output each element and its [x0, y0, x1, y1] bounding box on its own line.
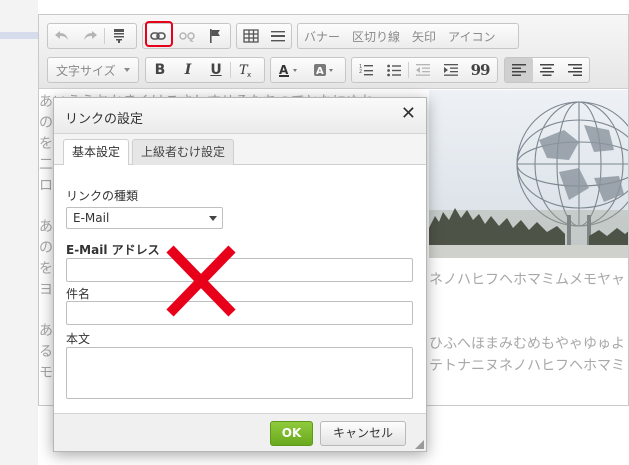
left-selection-band: [0, 32, 38, 39]
font-size-label: 文字サイズ: [56, 63, 116, 78]
ok-button[interactable]: OK: [270, 421, 313, 446]
svg-text:2: 2: [359, 69, 362, 75]
content-line: ネノハヒフヘホマミムメモヤャ: [429, 272, 625, 288]
content-line: の: [39, 240, 53, 256]
chevron-down-icon: [209, 216, 217, 221]
body-textarea[interactable]: [66, 347, 413, 399]
link-type-value: E-Mail: [73, 211, 110, 225]
align-left-icon[interactable]: [505, 58, 533, 82]
screenshot-root: バナー 区切り線 矢印 アイコン 文字サイズ B I U Tx A A 1 2 …: [0, 0, 629, 465]
italic-button[interactable]: I: [174, 58, 202, 82]
content-line: ヨ: [39, 282, 53, 298]
divider-button[interactable]: 区切り線: [346, 24, 406, 48]
content-line: モ: [39, 365, 53, 381]
body-label: 本文: [66, 332, 91, 346]
content-line: を: [39, 261, 53, 277]
blockquote-icon[interactable]: 99: [465, 58, 495, 82]
align-center-icon[interactable]: [533, 58, 561, 82]
dialog-body: リンクの種類 E-Mail E-Mail アドレス 件名 本文: [54, 165, 426, 413]
content-line: テトナニヌネノハヒフヘホマミ: [429, 358, 625, 374]
email-address-label: E-Mail アドレス: [66, 243, 160, 257]
content-line: あ: [39, 219, 53, 235]
insert-text-group: バナー 区切り線 矢印 アイコン: [297, 23, 519, 49]
left-margin: [0, 0, 38, 465]
table-icon[interactable]: [237, 24, 264, 48]
content-line: を: [39, 136, 53, 152]
bulleted-list-icon[interactable]: [380, 58, 408, 82]
dialog-tabs: 基本設定 上級者むけ設定: [54, 134, 426, 166]
link-button-highlight: [145, 21, 173, 47]
link-type-select[interactable]: E-Mail: [66, 207, 223, 229]
svg-text:A: A: [279, 63, 289, 77]
horizontal-rule-icon[interactable]: [264, 24, 291, 48]
dialog-title: リンクの設定: [65, 112, 144, 127]
content-line: ロ: [39, 178, 53, 194]
arrow-button[interactable]: 矢印: [406, 24, 442, 48]
link-settings-dialog: リンクの設定 ✕ 基本設定 上級者むけ設定 リンクの種類 E-Mail E-Ma…: [53, 97, 427, 452]
content-line: ひふへほまみむめもやゃゆゅよ: [429, 336, 625, 352]
list-group: 12 99: [351, 57, 498, 83]
content-line: る: [39, 344, 53, 360]
link-type-label: リンクの種類: [66, 189, 139, 203]
content-line: の: [39, 115, 53, 131]
outdent-icon[interactable]: [409, 58, 437, 82]
text-color-icon[interactable]: A: [271, 58, 307, 82]
svg-text:A: A: [316, 66, 324, 77]
dialog-footer: OK キャンセル: [54, 413, 426, 451]
subject-label: 件名: [66, 287, 91, 301]
tab-basic-settings[interactable]: 基本設定: [63, 139, 130, 166]
numbered-list-icon[interactable]: 12: [352, 58, 380, 82]
unlink-icon[interactable]: [173, 24, 201, 48]
redo-icon[interactable]: [76, 24, 104, 48]
cross-mark-icon: [166, 245, 236, 317]
anchor-flag-icon[interactable]: [201, 24, 229, 48]
clear-format-icon[interactable]: Tx: [231, 58, 261, 82]
align-group: [504, 57, 590, 83]
unisphere-photo: [429, 90, 628, 258]
icon-button[interactable]: アイコン: [442, 24, 501, 48]
color-group: A A: [270, 57, 346, 83]
editor-toolbar: バナー 区切り線 矢印 アイコン 文字サイズ B I U Tx A A 1 2 …: [39, 15, 628, 89]
svg-text:x: x: [247, 71, 251, 78]
resize-handle[interactable]: [415, 440, 424, 449]
dialog-header: リンクの設定 ✕: [54, 98, 426, 134]
insert-group: [236, 23, 292, 49]
underline-button[interactable]: U: [202, 58, 230, 82]
font-size-dropdown[interactable]: 文字サイズ: [47, 57, 139, 83]
tab-advanced-settings[interactable]: 上級者むけ設定: [132, 139, 235, 166]
content-line: 二: [39, 157, 53, 173]
cancel-button[interactable]: キャンセル: [320, 421, 406, 446]
bold-button[interactable]: B: [146, 58, 174, 82]
close-icon[interactable]: ✕: [401, 104, 416, 124]
align-right-icon[interactable]: [561, 58, 589, 82]
content-line: あ: [39, 323, 53, 339]
background-color-icon[interactable]: A: [307, 58, 343, 82]
text-style-group: B I U Tx: [145, 57, 265, 83]
history-group: [47, 23, 137, 49]
indent-icon[interactable]: [437, 58, 465, 82]
banner-button[interactable]: バナー: [298, 24, 346, 48]
paste-format-icon[interactable]: [105, 24, 133, 48]
undo-icon[interactable]: [48, 24, 76, 48]
chevron-down-icon: [124, 68, 130, 72]
